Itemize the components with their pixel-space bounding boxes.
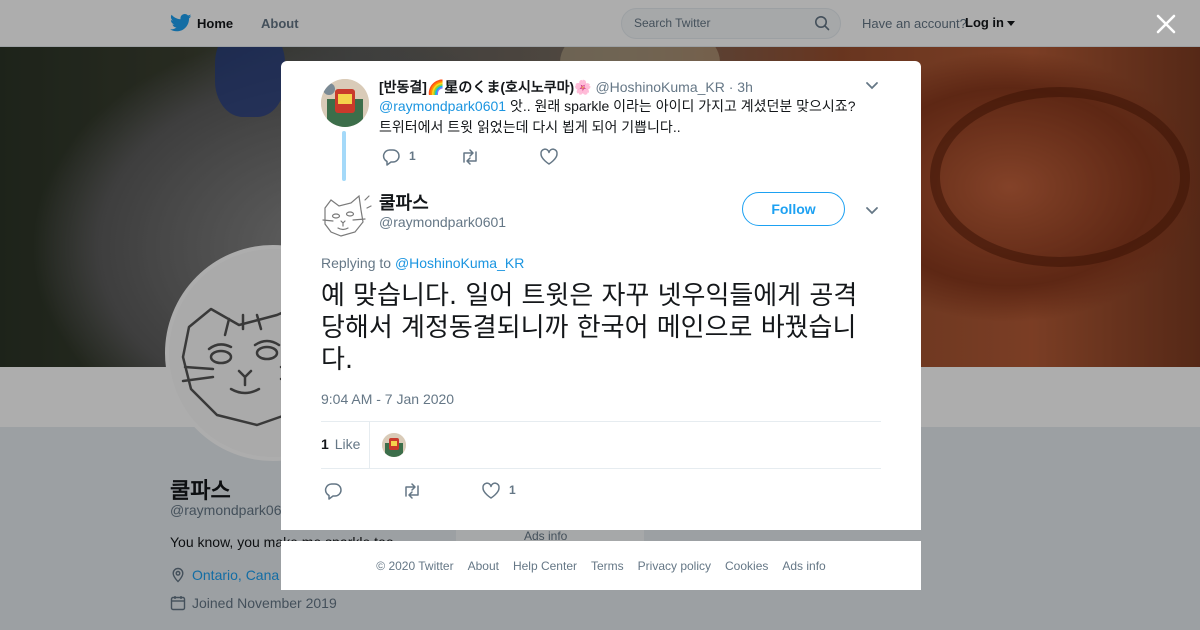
footer-link-terms[interactable]: Terms [591, 559, 624, 573]
reply-count: 1 [409, 149, 416, 163]
retweet-icon [405, 483, 419, 499]
footer-link-help-center[interactable]: Help Center [513, 559, 577, 573]
likes-stat-number: 1 [321, 436, 329, 452]
parent-tweet-name[interactable]: [반동결]🌈星のくま(호시노쿠마)🌸 [379, 79, 592, 95]
liker-avatar[interactable] [382, 433, 406, 457]
parent-tweet-time[interactable]: 3h [737, 79, 753, 95]
footer-link-privacy[interactable]: Privacy policy [638, 559, 711, 573]
footer-link-ads-info[interactable]: Ads info [782, 559, 825, 573]
replying-to-mention[interactable]: @HoshinoKuma_KR [395, 255, 524, 271]
modal-footer: © 2020 Twitter About Help Center Terms P… [281, 541, 921, 590]
parent-tweet-avatar[interactable] [321, 79, 369, 127]
follow-button[interactable]: Follow [742, 192, 845, 226]
main-tweet-text: 예 맞습니다. 일어 트윗은 자꾸 넷우익들에게 공격당해서 계정동결되니까 한… [321, 281, 858, 375]
footer-link-cookies[interactable]: Cookies [725, 559, 768, 573]
parent-tweet-text: @raymondpark0601 앗.. 원래 sparkle 이라는 아이디 … [379, 96, 869, 138]
cat-drawing-icon [319, 188, 373, 242]
replying-to: Replying to @HoshinoKuma_KR [321, 255, 524, 271]
tweet-modal: [반동결]🌈星のくま(호시노쿠마)🌸 @HoshinoKuma_KR · 3h … [281, 61, 921, 530]
close-icon[interactable] [1155, 13, 1177, 35]
parent-tweet-mention[interactable]: @raymondpark0601 [379, 98, 506, 114]
divider [321, 468, 881, 469]
divider [321, 421, 881, 422]
footer-link-about[interactable]: About [468, 559, 499, 573]
replying-to-label: Replying to [321, 255, 392, 271]
reply-icon [324, 483, 342, 500]
main-tweet-handle[interactable]: @raymondpark0601 [379, 214, 506, 230]
thread-connector [342, 131, 346, 181]
avatar-image [321, 79, 369, 127]
heart-icon [540, 148, 558, 165]
stats-divider [369, 422, 370, 469]
parent-tweet-handle[interactable]: @HoshinoKuma_KR [595, 79, 724, 95]
main-tweet-avatar[interactable] [319, 188, 373, 242]
avatar-image [382, 433, 406, 457]
retweet-icon [463, 149, 477, 165]
main-tweet-datetime[interactable]: 9:04 AM - 7 Jan 2020 [321, 391, 454, 407]
chevron-down-icon[interactable] [865, 206, 879, 216]
reply-icon [382, 149, 400, 166]
like-count: 1 [509, 483, 516, 497]
likes-stat[interactable]: 1 Like [321, 436, 360, 452]
parent-tweet-header: [반동결]🌈星のくま(호시노쿠마)🌸 @HoshinoKuma_KR · 3h [379, 77, 753, 97]
heart-icon [482, 482, 500, 499]
footer-copyright: © 2020 Twitter [376, 558, 454, 573]
chevron-down-icon[interactable] [865, 81, 879, 91]
main-tweet-name[interactable]: 쿨파스 [379, 189, 429, 215]
separator-dot: · [728, 79, 734, 95]
likes-stat-label: Like [334, 436, 361, 452]
